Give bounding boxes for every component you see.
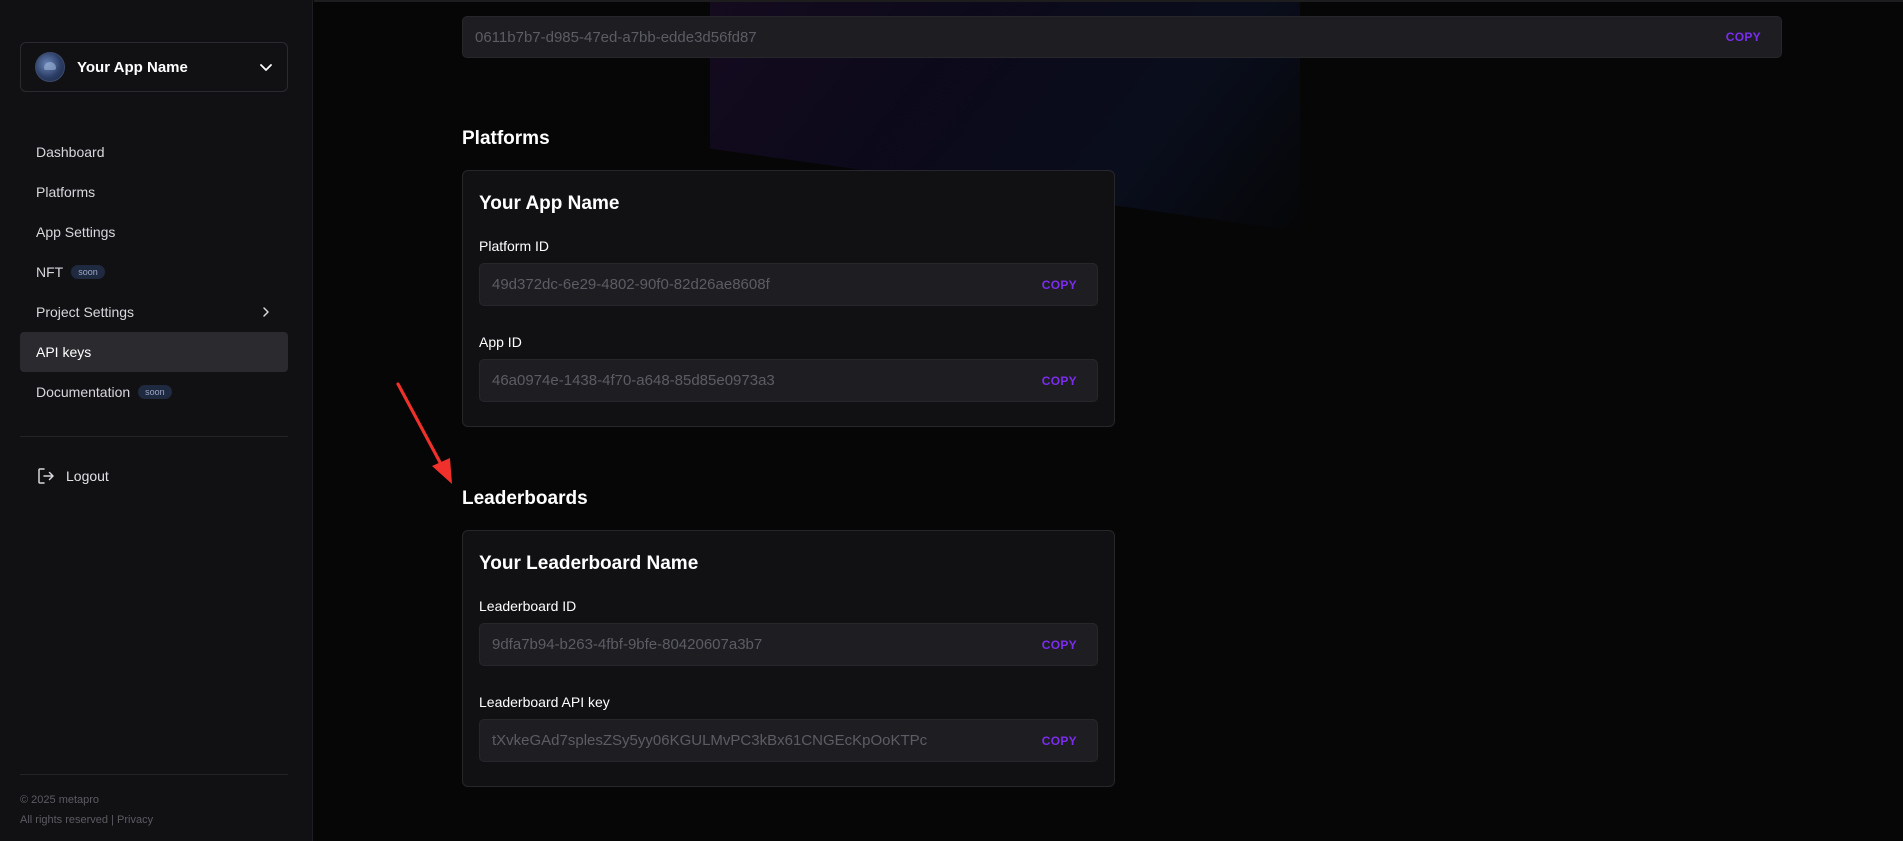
leaderboard-card: Your Leaderboard Name Leaderboard ID 9df… — [462, 530, 1115, 787]
copyright-text: © 2025 metapro — [20, 794, 100, 806]
sidebar-item-app-settings[interactable]: App Settings — [20, 212, 288, 252]
sidebar-divider — [20, 774, 288, 775]
logout-button[interactable]: Logout — [20, 456, 288, 496]
app-id-value: 46a0974e-1438-4f70-a648-85d85e0973a3 — [492, 372, 775, 389]
top-key-field: 0611b7b7-d985-47ed-a7bb-edde3d56fd87 COP… — [462, 16, 1782, 58]
rights-text: All rights reserved | — [20, 814, 118, 826]
soon-badge: soon — [138, 385, 172, 399]
platform-card-title: Your App Name — [479, 193, 620, 214]
sidebar-item-label: App Settings — [36, 224, 116, 240]
sidebar-nav: Dashboard Platforms App Settings NFT soo… — [20, 132, 288, 412]
chevron-right-icon — [263, 307, 269, 317]
top-border — [314, 0, 1903, 2]
leaderboards-section-title: Leaderboards — [462, 488, 588, 509]
sidebar-item-nft[interactable]: NFT soon — [20, 252, 288, 292]
platform-id-value: 49d372dc-6e29-4802-90f0-82d26ae8608f — [492, 276, 770, 293]
copy-button[interactable]: COPY — [1034, 370, 1085, 392]
sidebar-item-label: NFT — [36, 264, 64, 280]
sidebar-item-documentation[interactable]: Documentation soon — [20, 372, 288, 412]
app-avatar — [35, 52, 65, 82]
app-root: Your App Name Dashboard Platforms App Se… — [0, 0, 1903, 841]
sidebar-item-label: Project Settings — [36, 304, 135, 320]
rights-line: All rights reserved | Privacy — [20, 810, 153, 830]
leaderboard-id-value: 9dfa7b94-b263-4fbf-9bfe-80420607a3b7 — [492, 636, 763, 653]
leaderboard-card-title: Your Leaderboard Name — [479, 553, 699, 574]
app-name: Your App Name — [77, 58, 188, 76]
platform-id-label: Platform ID — [479, 238, 550, 254]
privacy-link[interactable]: Privacy — [117, 814, 153, 826]
app-id-label: App ID — [479, 334, 522, 350]
sidebar-item-platforms[interactable]: Platforms — [20, 172, 288, 212]
sidebar-footer: © 2025 metapro All rights reserved | Pri… — [20, 790, 153, 830]
sidebar-item-dashboard[interactable]: Dashboard — [20, 132, 288, 172]
logout-icon — [38, 468, 54, 484]
copy-button[interactable]: COPY — [1034, 730, 1085, 752]
platforms-section-title: Platforms — [462, 128, 550, 149]
sidebar-item-api-keys[interactable]: API keys — [20, 332, 288, 372]
leaderboard-id-label: Leaderboard ID — [479, 598, 577, 614]
main-content: 0611b7b7-d985-47ed-a7bb-edde3d56fd87 COP… — [314, 0, 1903, 841]
sidebar-divider — [20, 436, 288, 437]
soon-badge: soon — [71, 265, 105, 279]
red-arrow-icon — [396, 382, 452, 484]
leaderboard-id-field: 9dfa7b94-b263-4fbf-9bfe-80420607a3b7 COP… — [479, 623, 1098, 666]
sidebar: Your App Name Dashboard Platforms App Se… — [0, 0, 313, 841]
sidebar-item-label: API keys — [36, 344, 92, 360]
leaderboard-api-key-field: tXvkeGAd7splesZSy5yy06KGULMvPC3kBx61CNGE… — [479, 719, 1098, 762]
key-value: 0611b7b7-d985-47ed-a7bb-edde3d56fd87 — [475, 28, 757, 46]
sidebar-item-label: Dashboard — [36, 144, 105, 160]
copy-button[interactable]: COPY — [1034, 274, 1085, 296]
sidebar-item-label: Documentation — [36, 384, 131, 400]
sidebar-item-label: Platforms — [36, 184, 96, 200]
copy-button[interactable]: COPY — [1718, 26, 1769, 48]
leaderboard-api-key-label: Leaderboard API key — [479, 694, 610, 710]
app-id-field: 46a0974e-1438-4f70-a648-85d85e0973a3 COP… — [479, 359, 1098, 402]
logout-label: Logout — [66, 468, 109, 484]
platform-id-field: 49d372dc-6e29-4802-90f0-82d26ae8608f COP… — [479, 263, 1098, 306]
chevron-down-icon — [260, 64, 272, 71]
leaderboard-api-key-value: tXvkeGAd7splesZSy5yy06KGULMvPC3kBx61CNGE… — [492, 732, 928, 749]
copy-button[interactable]: COPY — [1034, 634, 1085, 656]
platform-card: Your App Name Platform ID 49d372dc-6e29-… — [462, 170, 1115, 427]
app-switcher[interactable]: Your App Name — [20, 42, 288, 92]
sidebar-item-project-settings[interactable]: Project Settings — [20, 292, 288, 332]
